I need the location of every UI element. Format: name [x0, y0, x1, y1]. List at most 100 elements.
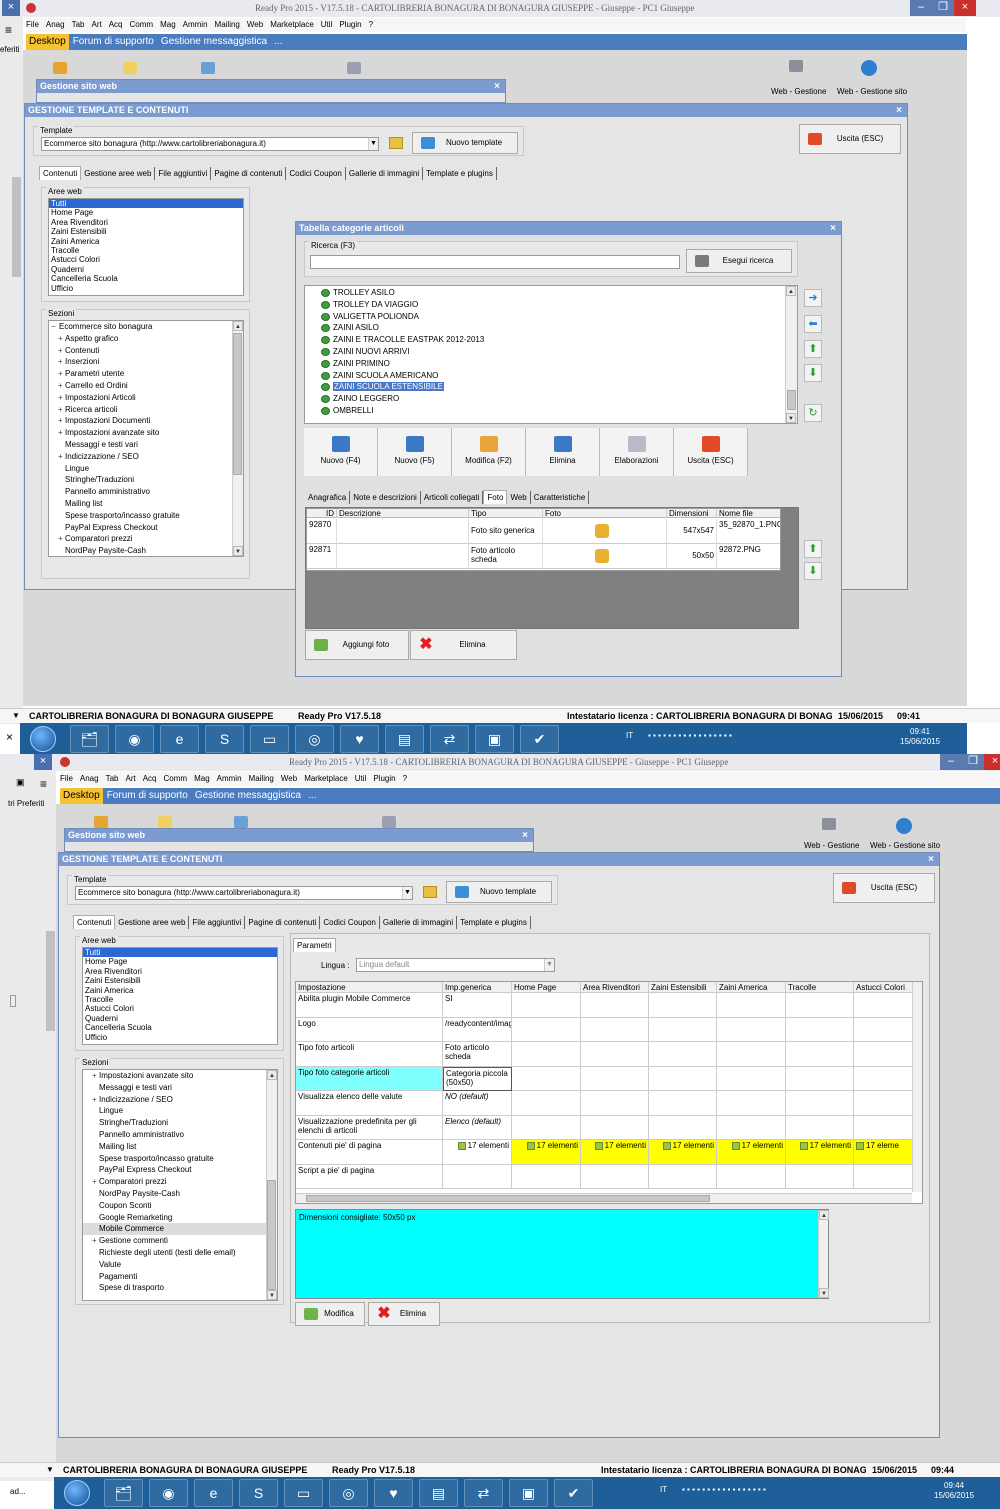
tab-more[interactable]: ... — [305, 788, 319, 804]
parametri-generic-value[interactable]: NO (default) — [443, 1091, 512, 1116]
scroll-up-icon[interactable]: ▲ — [819, 1210, 829, 1220]
sezioni-tree-item[interactable]: Comparatori prezzi — [49, 533, 243, 545]
parametri-area-cell[interactable] — [649, 1066, 717, 1091]
chrome-taskbar-icon[interactable]: ◉ — [115, 725, 154, 753]
parametri-column-header[interactable]: Zaini America — [717, 982, 786, 993]
tab-anagrafica[interactable]: Anagrafica — [305, 491, 351, 504]
utility-taskbar-icon[interactable]: ✔ — [520, 725, 559, 753]
foto-column-header[interactable]: Descrizione — [337, 509, 469, 518]
sezioni-tree-item[interactable]: Mailing list — [49, 498, 243, 510]
aggiungi-foto-button[interactable]: Aggiungi foto — [305, 630, 409, 660]
parametri-area-cell[interactable] — [649, 993, 717, 1018]
aree-web-item[interactable]: Tutti — [83, 948, 277, 958]
foto-cell[interactable] — [337, 519, 469, 544]
tab-note[interactable]: Note e descrizioni — [350, 491, 421, 504]
tab-contenuti[interactable]: Contenuti — [39, 166, 82, 180]
tab-messaggistica[interactable]: Gestione messaggistica — [192, 788, 304, 804]
arrow-left-icon[interactable]: ⬅ — [804, 315, 822, 333]
close-icon[interactable]: × — [494, 80, 500, 93]
modifica-button[interactable]: Modifica (F2) — [452, 428, 526, 476]
menu-comm[interactable]: Comm — [130, 18, 154, 32]
parametri-row-label[interactable]: Visualizzazione predefinita per gli elen… — [296, 1115, 443, 1140]
maximize-button[interactable]: ❐ — [932, 0, 954, 16]
parametri-generic-value[interactable]: Foto articolo scheda — [443, 1042, 512, 1067]
parametri-row-label[interactable]: Tipo foto articoli — [296, 1042, 443, 1067]
parametri-column-header[interactable]: Zaini Estensibili — [649, 982, 717, 993]
menu-acq[interactable]: Acq — [143, 772, 157, 786]
tab-forum[interactable]: Forum di supporto — [104, 788, 191, 804]
sezioni-tree-item[interactable]: Impostazioni avanzate sito — [83, 1070, 277, 1082]
notes-icon[interactable] — [123, 62, 137, 74]
parametri-area-cell[interactable] — [854, 1115, 914, 1140]
aree-web-item[interactable]: Ufficio — [83, 1033, 277, 1042]
nuovo-f5-button[interactable]: Nuovo (F5) — [378, 428, 452, 476]
network-taskbar-icon[interactable]: ▣ — [509, 1479, 548, 1507]
menu-file[interactable]: File — [60, 772, 73, 786]
elimina-button[interactable]: ✖ Elimina — [368, 1302, 440, 1326]
explorer-taskbar-icon[interactable]: 🗂 — [104, 1479, 143, 1507]
foto-cell[interactable]: 92871 — [307, 544, 337, 569]
sezioni-tree-item[interactable]: Pannello amministrativo — [83, 1129, 277, 1141]
menu-tab[interactable]: Tab — [106, 772, 119, 786]
hamburger-icon[interactable]: ≡ — [40, 777, 47, 791]
folder-icon[interactable] — [53, 62, 67, 74]
folder-icon[interactable] — [94, 816, 108, 828]
sezioni-tree-item[interactable]: Mailing list — [83, 1141, 277, 1153]
tab-gestione-aree[interactable]: Gestione aree web — [81, 167, 156, 180]
sezioni-tree-item[interactable]: NordPay Paysite-Cash — [49, 545, 243, 556]
scroll-up-icon[interactable]: ▲ — [786, 286, 796, 296]
tab-desktop[interactable]: Desktop — [26, 34, 69, 50]
close-icon[interactable]: × — [522, 829, 528, 842]
foto-column-header[interactable]: ID — [307, 509, 337, 518]
tab-file-aggiuntivi[interactable]: File aggiuntivi — [189, 916, 246, 929]
close-icon[interactable]: × — [896, 104, 902, 117]
menu-mag[interactable]: Mag — [160, 18, 176, 32]
parametri-area-cell[interactable] — [649, 1115, 717, 1140]
web-gestione-sito-label[interactable]: Web - Gestione sito — [870, 841, 940, 850]
sezioni-tree-item[interactable]: NordPay Paysite-Cash — [83, 1188, 277, 1200]
sezioni-tree-item[interactable]: Messaggi e testi vari — [83, 1082, 277, 1094]
start-button[interactable] — [64, 1480, 90, 1506]
print-icon[interactable]: ▣ — [16, 777, 25, 788]
parametri-column-header[interactable]: Impostazione — [296, 982, 443, 993]
close-left-icon[interactable]: × — [2, 0, 20, 16]
parametri-area-cell[interactable] — [854, 1091, 914, 1116]
tab-articoli-collegati[interactable]: Articoli collegati — [421, 491, 484, 504]
menu-anag[interactable]: Anag — [46, 18, 65, 32]
parametri-generic-value[interactable]: 17 elementi — [443, 1140, 512, 1165]
parametri-area-cell[interactable] — [854, 1066, 914, 1091]
parametri-area-cell[interactable] — [786, 1115, 854, 1140]
foto-column-header[interactable]: Tipo — [469, 509, 543, 518]
categoria-item[interactable]: ZAINI PRIMINO — [305, 358, 797, 370]
tab-gallerie[interactable]: Gallerie di immagini — [380, 916, 458, 929]
menu-marketplace[interactable]: Marketplace — [270, 18, 314, 32]
chrome-taskbar-icon[interactable]: ◉ — [149, 1479, 188, 1507]
nuovo-f4-button[interactable]: Nuovo (F4) — [304, 428, 378, 476]
tab-codici-coupon[interactable]: Codici Coupon — [320, 916, 380, 929]
parametri-area-cell[interactable] — [854, 993, 914, 1018]
teamviewer-taskbar-icon[interactable]: ⇄ — [430, 725, 469, 753]
hamburger-icon[interactable]: ≡ — [5, 23, 12, 37]
parametri-area-cell[interactable] — [786, 1042, 854, 1067]
parametri-area-cell[interactable] — [649, 1017, 717, 1042]
start-button[interactable] — [30, 726, 56, 752]
tab-file-aggiuntivi[interactable]: File aggiuntivi — [155, 167, 212, 180]
menu-util[interactable]: Util — [355, 772, 367, 786]
parametri-area-cell[interactable] — [649, 1091, 717, 1116]
parametri-area-cell[interactable] — [581, 1091, 649, 1116]
foto-column-header[interactable]: Foto — [543, 509, 667, 518]
parametri-generic-value[interactable]: Categoria piccola (50x50) — [443, 1066, 512, 1091]
folder-taskbar-icon[interactable]: ▤ — [419, 1479, 458, 1507]
parametri-column-header[interactable]: Astucci Colori — [854, 982, 914, 993]
aree-web-item[interactable]: Area Rivenditori — [83, 967, 277, 976]
aree-web-item[interactable]: Tracolle — [83, 995, 277, 1004]
scroll-down-icon[interactable]: ▼ — [12, 709, 20, 723]
parametri-area-cell[interactable] — [786, 1091, 854, 1116]
cart-icon[interactable] — [822, 818, 836, 830]
tab-codici-coupon[interactable]: Codici Coupon — [286, 167, 346, 180]
aree-web-item[interactable]: Cancelleria Scuola — [83, 1023, 277, 1032]
left-scroll-thumb[interactable] — [46, 931, 55, 1031]
categoria-item[interactable]: ZAINI E TRACOLLE EASTPAK 2012-2013 — [305, 334, 797, 346]
tab-pagine-contenuti[interactable]: Pagine di contenuti — [245, 916, 321, 929]
menu-art[interactable]: Art — [125, 772, 135, 786]
